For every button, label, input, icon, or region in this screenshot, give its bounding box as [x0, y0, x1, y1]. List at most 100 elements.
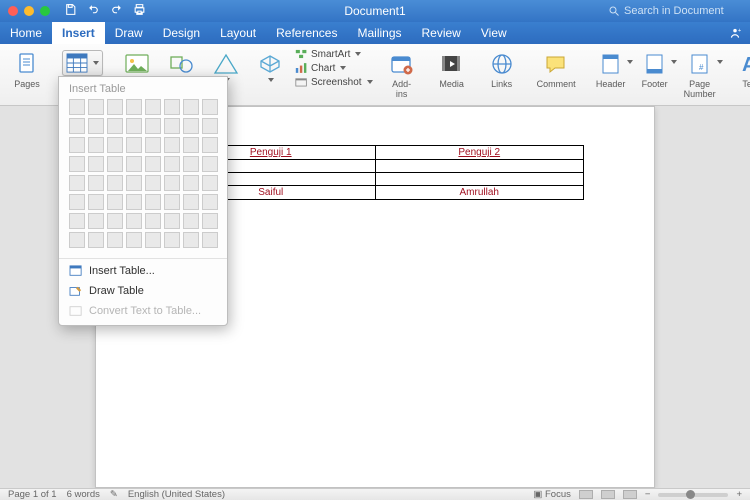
grid-cell[interactable] — [145, 194, 161, 210]
grid-cell[interactable] — [145, 118, 161, 134]
menu-view[interactable]: View — [471, 22, 517, 44]
status-lang[interactable]: English (United States) — [128, 489, 225, 500]
models-button[interactable] — [249, 48, 291, 103]
grid-cell[interactable] — [107, 137, 123, 153]
grid-cell[interactable] — [107, 213, 123, 229]
grid-cell[interactable] — [107, 156, 123, 172]
grid-cell[interactable] — [202, 137, 218, 153]
grid-cell[interactable] — [88, 99, 104, 115]
menu-design[interactable]: Design — [153, 22, 210, 44]
search-input[interactable] — [624, 5, 744, 17]
grid-cell[interactable] — [183, 213, 199, 229]
links-button[interactable]: Links — [481, 48, 523, 103]
pages-button[interactable]: Pages — [6, 48, 48, 103]
share-button[interactable]: + — [720, 22, 750, 44]
grid-cell[interactable] — [202, 232, 218, 248]
grid-cell[interactable] — [202, 99, 218, 115]
grid-cell[interactable] — [69, 232, 85, 248]
grid-cell[interactable] — [88, 232, 104, 248]
window-close[interactable] — [8, 6, 18, 16]
addins-button[interactable]: Add-ins — [381, 48, 423, 103]
grid-cell[interactable] — [88, 137, 104, 153]
grid-cell[interactable] — [164, 99, 180, 115]
grid-cell[interactable] — [69, 118, 85, 134]
window-zoom[interactable] — [40, 6, 50, 16]
grid-cell[interactable] — [202, 118, 218, 134]
comment-button[interactable]: Comment — [531, 48, 582, 103]
header-button[interactable]: Header — [590, 48, 632, 103]
undo-icon[interactable] — [87, 3, 100, 19]
grid-cell[interactable] — [183, 137, 199, 153]
grid-cell[interactable] — [164, 175, 180, 191]
grid-cell[interactable] — [69, 194, 85, 210]
table-size-grid[interactable] — [59, 99, 227, 256]
grid-cell[interactable] — [145, 232, 161, 248]
grid-cell[interactable] — [126, 156, 142, 172]
zoom-in[interactable]: + — [736, 489, 742, 500]
screenshot-button[interactable]: Screenshot — [295, 76, 373, 88]
table-cell[interactable] — [375, 160, 584, 173]
grid-cell[interactable] — [164, 213, 180, 229]
grid-cell[interactable] — [107, 175, 123, 191]
grid-cell[interactable] — [183, 194, 199, 210]
grid-cell[interactable] — [145, 213, 161, 229]
grid-cell[interactable] — [145, 137, 161, 153]
view-print[interactable] — [579, 490, 593, 499]
menu-insert[interactable]: Insert — [52, 22, 105, 44]
grid-cell[interactable] — [164, 194, 180, 210]
grid-cell[interactable] — [88, 118, 104, 134]
grid-cell[interactable] — [202, 156, 218, 172]
view-outline[interactable] — [623, 490, 637, 499]
grid-cell[interactable] — [164, 232, 180, 248]
grid-cell[interactable] — [183, 232, 199, 248]
grid-cell[interactable] — [183, 99, 199, 115]
grid-cell[interactable] — [69, 213, 85, 229]
grid-cell[interactable] — [164, 137, 180, 153]
menu-home[interactable]: Home — [0, 22, 52, 44]
grid-cell[interactable] — [145, 156, 161, 172]
search-field[interactable] — [608, 5, 750, 17]
grid-cell[interactable] — [107, 194, 123, 210]
menu-references[interactable]: References — [266, 22, 347, 44]
grid-cell[interactable] — [164, 156, 180, 172]
menu-layout[interactable]: Layout — [210, 22, 266, 44]
media-button[interactable]: Media — [431, 48, 473, 103]
grid-cell[interactable] — [126, 137, 142, 153]
window-minimize[interactable] — [24, 6, 34, 16]
menu-mailings[interactable]: Mailings — [347, 22, 411, 44]
spellcheck-icon[interactable]: ✎ — [110, 489, 118, 500]
grid-cell[interactable] — [69, 175, 85, 191]
document-table[interactable]: Penguji 1Penguji 2SaifulAmrullah — [166, 145, 584, 200]
grid-cell[interactable] — [164, 118, 180, 134]
grid-cell[interactable] — [126, 232, 142, 248]
zoom-slider[interactable] — [658, 493, 728, 497]
insert-table-option[interactable]: Insert Table... — [59, 261, 227, 281]
grid-cell[interactable] — [69, 99, 85, 115]
grid-cell[interactable] — [107, 232, 123, 248]
grid-cell[interactable] — [88, 175, 104, 191]
grid-cell[interactable] — [145, 175, 161, 191]
draw-table-option[interactable]: Draw Table — [59, 281, 227, 301]
page-number-button[interactable]: #Page Number — [678, 48, 722, 103]
grid-cell[interactable] — [202, 194, 218, 210]
grid-cell[interactable] — [69, 156, 85, 172]
table-cell[interactable]: Penguji 2 — [375, 146, 584, 160]
grid-cell[interactable] — [88, 213, 104, 229]
grid-cell[interactable] — [145, 99, 161, 115]
smartart-button[interactable]: SmartArt — [295, 48, 373, 60]
menu-draw[interactable]: Draw — [105, 22, 153, 44]
grid-cell[interactable] — [107, 99, 123, 115]
grid-cell[interactable] — [126, 118, 142, 134]
status-words[interactable]: 6 words — [67, 489, 100, 500]
grid-cell[interactable] — [183, 156, 199, 172]
focus-mode[interactable]: ▣ Focus — [533, 489, 571, 500]
grid-cell[interactable] — [183, 118, 199, 134]
grid-cell[interactable] — [126, 99, 142, 115]
redo-icon[interactable] — [110, 3, 123, 19]
grid-cell[interactable] — [183, 175, 199, 191]
chart-button[interactable]: Chart — [295, 62, 373, 74]
table-cell[interactable] — [375, 173, 584, 186]
footer-button[interactable]: Footer — [634, 48, 676, 103]
grid-cell[interactable] — [126, 213, 142, 229]
grid-cell[interactable] — [126, 175, 142, 191]
